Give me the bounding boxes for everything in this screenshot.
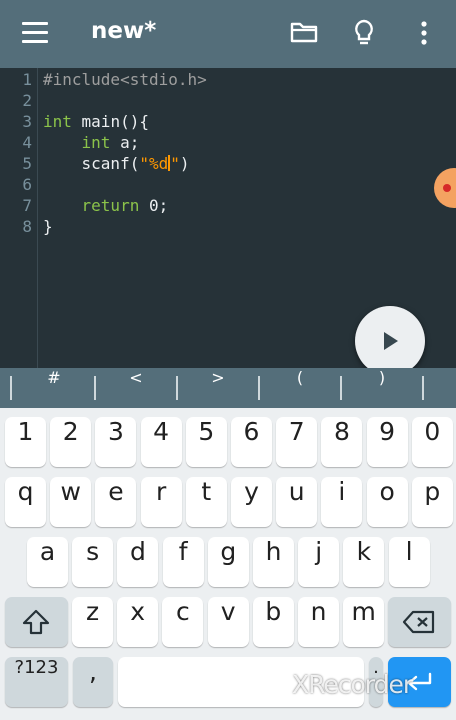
key-q[interactable]: q — [5, 477, 46, 527]
key-6[interactable]: 6 — [231, 417, 272, 467]
line-number: 1 — [22, 70, 32, 89]
symbol-separator — [340, 376, 342, 400]
backspace-key[interactable] — [388, 597, 451, 647]
line-number: 3 — [22, 112, 32, 131]
key-d[interactable]: d — [117, 537, 159, 587]
key-y[interactable]: y — [231, 477, 272, 527]
key-comma[interactable]: , — [73, 657, 113, 707]
shift-key[interactable] — [5, 597, 68, 647]
key-u[interactable]: u — [276, 477, 318, 527]
more-options-icon[interactable] — [417, 20, 431, 50]
code-token: "%d — [139, 154, 169, 173]
code-line[interactable]: scanf("%d ") — [43, 154, 190, 175]
app-bar: new* — [0, 0, 456, 68]
key-c[interactable]: c — [162, 597, 204, 647]
code-token: main(){ — [71, 112, 149, 131]
code-token: int — [43, 112, 72, 131]
line-number: 4 — [22, 133, 32, 152]
symbol-key[interactable]: ( — [270, 368, 330, 408]
code-token: " — [170, 154, 180, 173]
key-j[interactable]: j — [298, 537, 340, 587]
lightbulb-icon[interactable] — [352, 18, 376, 52]
key-h[interactable]: h — [253, 537, 294, 587]
menu-icon[interactable] — [22, 22, 48, 44]
backspace-icon — [402, 610, 435, 634]
key-b[interactable]: b — [252, 597, 294, 647]
line-number-gutter: 1 2 3 4 5 6 7 8 — [0, 68, 38, 368]
symbol-separator — [94, 376, 96, 400]
line-number: 7 — [22, 196, 32, 215]
key-t[interactable]: t — [185, 477, 227, 527]
floating-recorder-bubble[interactable] — [434, 168, 456, 208]
code-line[interactable]: int main(){ — [43, 112, 149, 133]
key-5[interactable]: 5 — [185, 417, 227, 467]
code-token: } — [43, 217, 53, 236]
key-4[interactable]: 4 — [140, 417, 182, 467]
key-x[interactable]: x — [117, 597, 159, 647]
key-m[interactable]: m — [343, 597, 385, 647]
code-token: a; — [110, 133, 140, 152]
key-s[interactable]: s — [72, 537, 114, 587]
code-token: scanf( — [43, 154, 140, 173]
symbol-bar: # < > () — [0, 368, 456, 408]
line-number: 5 — [22, 154, 32, 173]
key-g[interactable]: g — [207, 537, 249, 587]
run-button[interactable] — [355, 306, 425, 376]
code-token: 0; — [139, 196, 169, 215]
key-1[interactable]: 1 — [5, 417, 46, 467]
key-0[interactable]: 0 — [411, 417, 453, 467]
symbol-key[interactable]: # — [24, 368, 84, 408]
key-2[interactable]: 2 — [50, 417, 92, 467]
key-o[interactable]: o — [366, 477, 408, 527]
file-title: new* — [91, 18, 157, 44]
code-token: ) — [179, 154, 190, 173]
play-icon — [384, 332, 398, 350]
symbol-key[interactable]: ) — [352, 368, 412, 408]
folder-icon[interactable] — [290, 20, 318, 48]
key-l[interactable]: l — [388, 537, 430, 587]
key-p[interactable]: p — [411, 477, 453, 527]
key-f[interactable]: f — [162, 537, 204, 587]
line-number: 2 — [22, 91, 32, 110]
key-i[interactable]: i — [321, 477, 363, 527]
key-7[interactable]: 7 — [276, 417, 318, 467]
symbol-separator — [422, 376, 424, 400]
code-line[interactable]: return 0; — [43, 196, 169, 217]
symbol-key[interactable]: < — [106, 368, 166, 408]
code-line[interactable]: } — [43, 217, 53, 238]
key-n[interactable]: n — [298, 597, 339, 647]
code-token: #include<stdio.h> — [43, 70, 207, 89]
key-r[interactable]: r — [140, 477, 182, 527]
code-line[interactable]: int a; — [43, 133, 140, 154]
key-a[interactable]: a — [27, 537, 68, 587]
shift-icon — [22, 609, 50, 635]
symbol-key[interactable]: > — [188, 368, 248, 408]
key-8[interactable]: 8 — [321, 417, 363, 467]
key-3[interactable]: 3 — [95, 417, 137, 467]
key-e[interactable]: e — [95, 477, 137, 527]
key-w[interactable]: w — [50, 477, 92, 527]
line-number: 8 — [22, 217, 32, 236]
symbols-switch-key[interactable]: ?123 — [5, 657, 68, 707]
code-token: return — [81, 196, 140, 215]
recorder-watermark: XRecorder — [292, 670, 413, 699]
key-k[interactable]: k — [343, 537, 385, 587]
line-number: 6 — [22, 175, 32, 194]
symbol-separator — [176, 376, 178, 400]
symbol-separator — [258, 376, 260, 400]
code-line[interactable]: #include<stdio.h> — [43, 70, 207, 91]
code-token: int — [81, 133, 111, 152]
key-v[interactable]: v — [207, 597, 249, 647]
key-9[interactable]: 9 — [366, 417, 408, 467]
symbol-separator — [10, 376, 12, 400]
key-z[interactable]: z — [72, 597, 113, 647]
